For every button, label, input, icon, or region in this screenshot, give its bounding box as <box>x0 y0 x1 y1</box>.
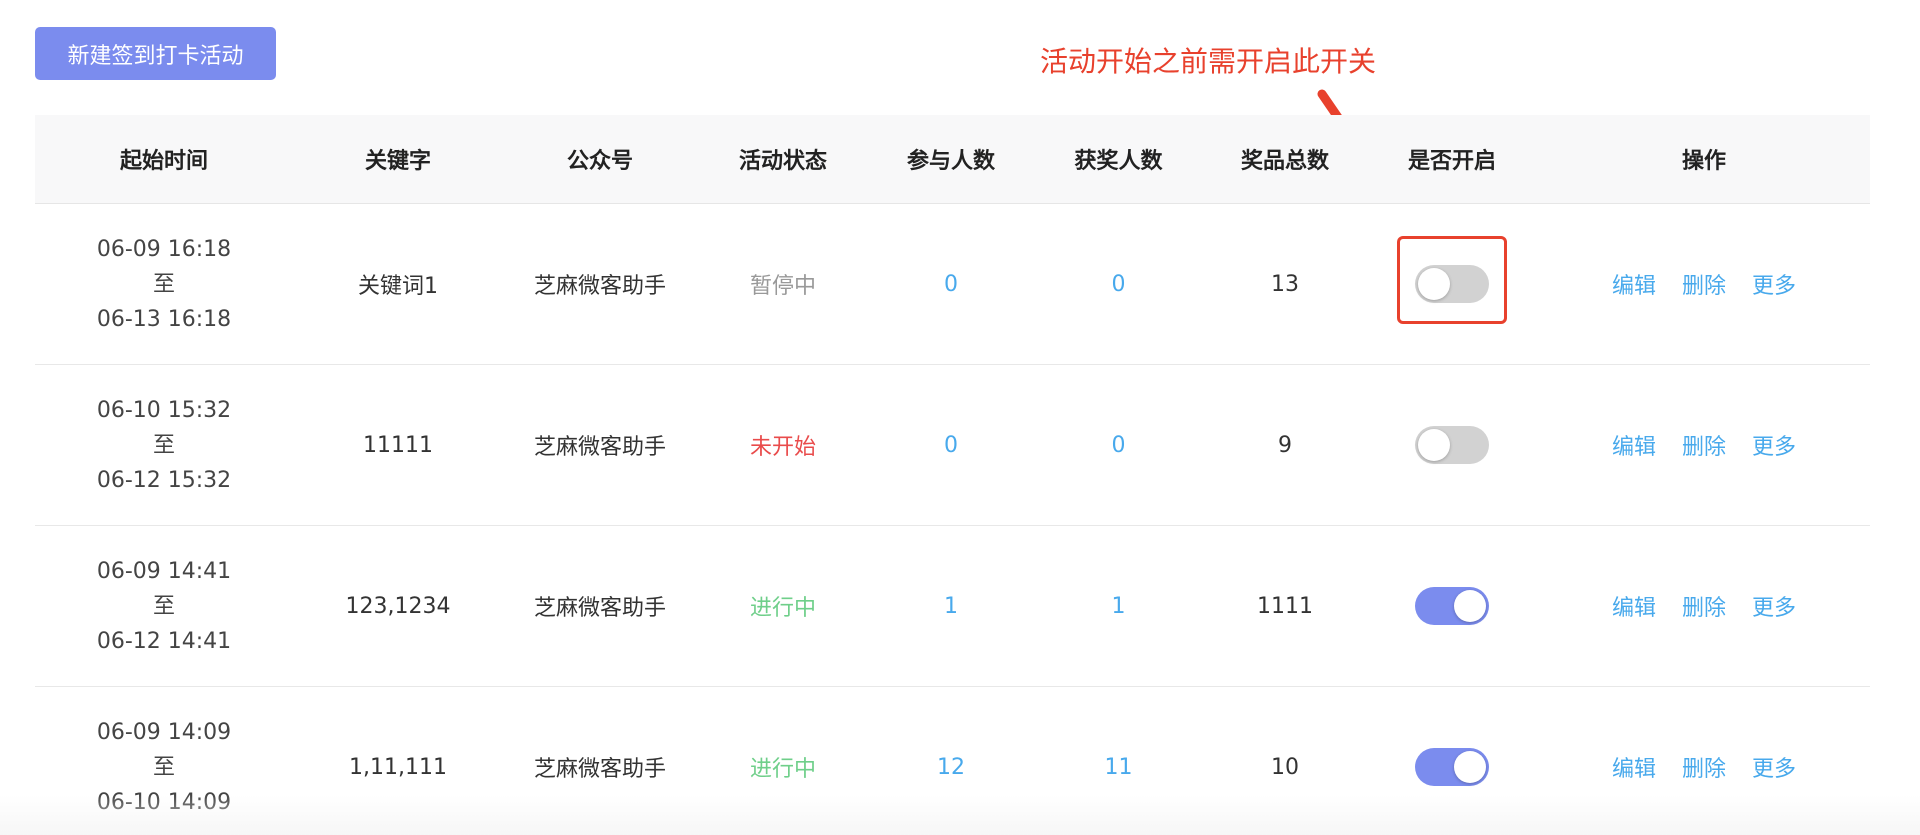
time-range: 06-09 16:18 至 06-13 16:18 <box>35 232 293 337</box>
keyword: 1,11,111 <box>349 754 447 780</box>
enable-toggle[interactable] <box>1415 265 1489 303</box>
toggle-knob <box>1454 590 1486 622</box>
participants-count-link[interactable]: 1 <box>944 594 958 619</box>
start-time: 06-10 15:32 <box>96 397 232 423</box>
account-name: 芝麻微客助手 <box>533 435 666 460</box>
status-badge: 进行中 <box>749 596 816 621</box>
header-start-time: 起始时间 <box>119 149 208 174</box>
participants-count-link[interactable]: 0 <box>944 272 958 297</box>
status-badge: 暂停中 <box>749 274 816 299</box>
enable-toggle[interactable] <box>1415 587 1489 625</box>
row-actions: 编辑 删除 更多 <box>1538 429 1870 461</box>
activity-table: 起始时间 关键字 公众号 活动状态 参与人数 获奖人数 奖品总数 是否开启 操作… <box>35 115 1870 835</box>
switch-wrapper <box>1415 587 1489 625</box>
keyword: 11111 <box>363 432 433 458</box>
more-link[interactable]: 更多 <box>1752 429 1796 461</box>
row-actions: 编辑 删除 更多 <box>1538 268 1870 300</box>
row-actions: 编辑 删除 更多 <box>1538 590 1870 622</box>
status-badge: 未开始 <box>749 435 816 460</box>
participants-count-link[interactable]: 12 <box>937 755 965 780</box>
keyword: 123,1234 <box>345 593 451 619</box>
header-participants: 参与人数 <box>906 149 995 174</box>
winners-cell: 11 <box>1033 755 1204 780</box>
edit-link[interactable]: 编辑 <box>1612 268 1656 300</box>
switch-wrapper <box>1397 236 1507 324</box>
enabled-cell <box>1366 236 1538 324</box>
winners-count-link[interactable]: 11 <box>1105 755 1133 780</box>
enabled-cell <box>1366 587 1538 625</box>
winners-cell: 1 <box>1033 594 1204 619</box>
header-winners: 获奖人数 <box>1074 149 1163 174</box>
winners-count-link[interactable]: 0 <box>1112 433 1126 458</box>
participants-count-link[interactable]: 0 <box>944 433 958 458</box>
prize-total: 9 <box>1278 432 1292 458</box>
more-link[interactable]: 更多 <box>1752 590 1796 622</box>
more-link[interactable]: 更多 <box>1752 268 1796 300</box>
end-time: 06-13 16:18 <box>96 306 232 332</box>
participants-cell: 0 <box>869 433 1033 458</box>
participants-cell: 12 <box>869 755 1033 780</box>
table-row: 06-09 14:09 至 06-10 14:09 1,11,111 芝麻微客助… <box>35 687 1870 835</box>
enabled-cell <box>1366 748 1538 786</box>
enabled-cell <box>1366 426 1538 464</box>
keyword: 关键词1 <box>358 274 438 299</box>
status-badge: 进行中 <box>749 757 816 782</box>
annotation-text: 活动开始之前需开启此开关 <box>1040 45 1377 78</box>
header-account: 公众号 <box>566 149 633 174</box>
header-enabled: 是否开启 <box>1407 149 1496 174</box>
winners-count-link[interactable]: 0 <box>1112 272 1126 297</box>
delete-link[interactable]: 删除 <box>1682 590 1726 622</box>
header-prizes: 奖品总数 <box>1240 149 1329 174</box>
account-name: 芝麻微客助手 <box>533 596 666 621</box>
end-time: 06-12 14:41 <box>96 628 232 654</box>
participants-cell: 0 <box>869 272 1033 297</box>
prize-total: 10 <box>1271 754 1299 780</box>
time-separator: 至 <box>152 271 175 297</box>
table-header: 起始时间 关键字 公众号 活动状态 参与人数 获奖人数 奖品总数 是否开启 操作 <box>35 115 1870 204</box>
time-separator: 至 <box>152 754 175 780</box>
header-status: 活动状态 <box>738 149 827 174</box>
row-actions: 编辑 删除 更多 <box>1538 751 1870 783</box>
delete-link[interactable]: 删除 <box>1682 429 1726 461</box>
time-separator: 至 <box>152 432 175 458</box>
delete-link[interactable]: 删除 <box>1682 268 1726 300</box>
time-range: 06-09 14:41 至 06-12 14:41 <box>35 554 293 659</box>
switch-wrapper <box>1415 426 1489 464</box>
table-row: 06-09 14:41 至 06-12 14:41 123,1234 芝麻微客助… <box>35 526 1870 687</box>
account-name: 芝麻微客助手 <box>533 274 666 299</box>
winners-cell: 0 <box>1033 433 1204 458</box>
prize-total: 13 <box>1271 271 1299 297</box>
time-range: 06-10 15:32 至 06-12 15:32 <box>35 393 293 498</box>
winners-count-link[interactable]: 1 <box>1112 594 1126 619</box>
end-time: 06-12 15:32 <box>96 467 232 493</box>
page: 新建签到打卡活动 活动开始之前需开启此开关 起始时间 关键字 公众号 活动状态 … <box>0 0 1920 835</box>
start-time: 06-09 16:18 <box>96 236 232 262</box>
edit-link[interactable]: 编辑 <box>1612 429 1656 461</box>
edit-link[interactable]: 编辑 <box>1612 590 1656 622</box>
toggle-knob <box>1418 268 1450 300</box>
account-name: 芝麻微客助手 <box>533 757 666 782</box>
table-row: 06-09 16:18 至 06-13 16:18 关键词1 芝麻微客助手 暂停… <box>35 204 1870 365</box>
winners-cell: 0 <box>1033 272 1204 297</box>
switch-wrapper <box>1415 748 1489 786</box>
more-link[interactable]: 更多 <box>1752 751 1796 783</box>
header-keyword: 关键字 <box>364 149 431 174</box>
enable-toggle[interactable] <box>1415 748 1489 786</box>
start-time: 06-09 14:09 <box>96 719 232 745</box>
start-time: 06-09 14:41 <box>96 558 232 584</box>
time-separator: 至 <box>152 593 175 619</box>
header-actions: 操作 <box>1681 149 1726 174</box>
toggle-knob <box>1454 751 1486 783</box>
toggle-knob <box>1418 429 1450 461</box>
end-time: 06-10 14:09 <box>96 789 232 815</box>
enable-toggle[interactable] <box>1415 426 1489 464</box>
new-checkin-activity-button[interactable]: 新建签到打卡活动 <box>35 27 276 80</box>
table-row: 06-10 15:32 至 06-12 15:32 11111 芝麻微客助手 未… <box>35 365 1870 526</box>
time-range: 06-09 14:09 至 06-10 14:09 <box>35 715 293 820</box>
delete-link[interactable]: 删除 <box>1682 751 1726 783</box>
edit-link[interactable]: 编辑 <box>1612 751 1656 783</box>
prize-total: 1111 <box>1257 593 1313 619</box>
participants-cell: 1 <box>869 594 1033 619</box>
